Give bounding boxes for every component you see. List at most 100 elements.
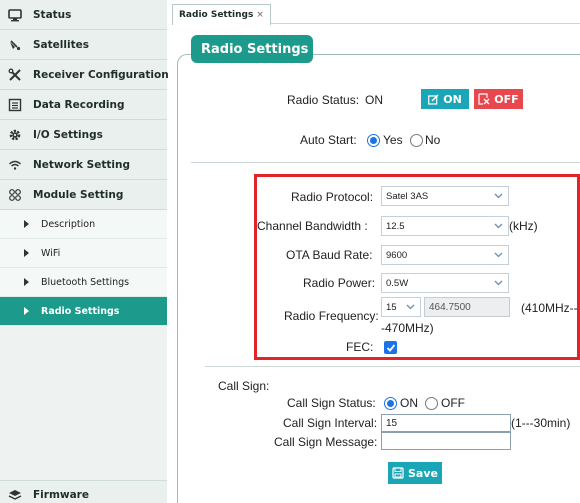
radio-off-label: OFF	[494, 92, 519, 106]
radio-protocol-value: Satel 3AS	[386, 190, 429, 202]
chevron-down-icon	[494, 280, 503, 286]
call-sign-interval-range: (1---30min)	[511, 416, 571, 430]
tab-label: Radio Settings	[179, 10, 254, 20]
call-sign-off-radio[interactable]	[425, 397, 438, 410]
divider	[205, 366, 580, 367]
module-icon	[8, 188, 22, 202]
fec-checkbox[interactable]	[384, 341, 397, 354]
triangle-right-icon	[24, 307, 29, 315]
call-sign-message-label: Call Sign Message:	[274, 435, 378, 449]
channel-bandwidth-select[interactable]: 12.5	[381, 216, 509, 236]
auto-start-no-radio[interactable]	[410, 134, 423, 147]
radio-protocol-label: Radio Protocol:	[291, 190, 374, 204]
radio-off-button[interactable]: OFF	[474, 89, 523, 109]
edit-icon	[428, 94, 439, 105]
channel-bandwidth-unit: (kHz)	[509, 219, 538, 233]
auto-start-yes-label: Yes	[383, 133, 403, 147]
fec-label: FEC:	[346, 340, 374, 354]
tab-bar: Radio Settings ×	[172, 0, 580, 25]
sidebar-item-label: Firmware	[33, 489, 89, 501]
layers-icon	[8, 488, 22, 502]
radio-status-value: ON	[365, 93, 383, 107]
sidebar: Status Satellites Receiver Configuration…	[0, 0, 169, 503]
list-icon	[8, 98, 22, 112]
sidebar-subitem-bluetooth-settings[interactable]: Bluetooth Settings	[0, 268, 167, 297]
radio-power-select[interactable]: 0.5W	[381, 273, 509, 293]
sidebar-subitem-label: Radio Settings	[41, 305, 120, 317]
chevron-down-icon	[494, 252, 503, 258]
tools-icon	[8, 68, 22, 82]
sidebar-subitem-label: Description	[41, 218, 96, 230]
save-button[interactable]: Save	[388, 462, 442, 484]
radio-on-button[interactable]: ON	[421, 89, 469, 109]
call-sign-interval-label: Call Sign Interval:	[283, 416, 378, 430]
triangle-right-icon	[24, 220, 29, 228]
sidebar-subitem-description[interactable]: Description	[0, 210, 167, 239]
sidebar-item-label: Network Setting	[33, 158, 130, 171]
sidebar-item-data-recording[interactable]: Data Recording	[0, 90, 167, 120]
sidebar-item-module-setting[interactable]: Module Setting	[0, 180, 167, 210]
radio-channel-value: 15	[386, 301, 397, 313]
sidebar-subitem-label: WiFi	[41, 247, 61, 259]
sidebar-item-firmware[interactable]: Firmware	[0, 480, 167, 503]
channel-bandwidth-label: Channel Bandwidth :	[257, 219, 368, 233]
sidebar-item-io-settings[interactable]: I/O Settings	[0, 120, 167, 150]
sidebar-item-label: Satellites	[33, 38, 89, 51]
call-sign-on-label: ON	[400, 396, 418, 410]
radio-frequency-range-start: (410MHz--	[521, 301, 578, 315]
sidebar-item-label: Status	[33, 8, 72, 21]
floppy-disk-icon	[392, 467, 404, 479]
auto-start-label: Auto Start:	[300, 133, 357, 147]
radio-power-value: 0.5W	[386, 277, 409, 289]
divider	[191, 162, 580, 163]
radio-status-label: Radio Status:	[287, 93, 360, 107]
sidebar-subitem-radio-settings[interactable]: Radio Settings	[0, 297, 167, 326]
monitor-icon	[8, 8, 22, 22]
save-label: Save	[408, 466, 438, 480]
call-sign-section-label: Call Sign:	[218, 379, 270, 393]
call-sign-message-input[interactable]	[381, 432, 511, 450]
triangle-right-icon	[24, 249, 29, 257]
wifi-icon	[8, 158, 22, 172]
chevron-down-icon	[406, 304, 415, 310]
auto-start-no-label: No	[425, 133, 441, 147]
ota-baud-rate-select[interactable]: 9600	[381, 245, 509, 265]
sidebar-item-label: I/O Settings	[33, 128, 103, 141]
radio-frequency-input[interactable]: 464.7500	[424, 297, 510, 317]
page-title: Radio Settings	[191, 35, 313, 63]
chevron-down-icon	[494, 193, 503, 199]
radio-channel-select[interactable]: 15	[381, 297, 421, 317]
radio-frequency-value: 464.7500	[429, 301, 471, 313]
sidebar-item-label: Data Recording	[33, 98, 125, 111]
sidebar-item-satellites[interactable]: Satellites	[0, 30, 167, 60]
call-sign-on-radio[interactable]	[384, 397, 397, 410]
call-sign-off-label: OFF	[441, 396, 465, 410]
sidebar-item-receiver-configuration[interactable]: Receiver Configuration	[0, 60, 169, 90]
sidebar-subitem-wifi[interactable]: WiFi	[0, 239, 167, 268]
sidebar-subitem-label: Bluetooth Settings	[41, 276, 130, 288]
radio-frequency-range-end: -470MHz)	[381, 321, 434, 335]
close-box-icon	[478, 93, 490, 105]
call-sign-interval-input[interactable]: 15	[381, 414, 511, 432]
radio-frequency-label: Radio Frequency:	[284, 309, 379, 323]
auto-start-yes-radio[interactable]	[367, 134, 380, 147]
call-sign-interval-value: 15	[386, 417, 398, 429]
ota-baud-rate-label: OTA Baud Rate:	[286, 248, 373, 262]
sidebar-item-network-setting[interactable]: Network Setting	[0, 150, 167, 180]
tab-radio-settings[interactable]: Radio Settings ×	[172, 4, 271, 25]
call-sign-status-label: Call Sign Status:	[287, 396, 376, 410]
radio-on-label: ON	[443, 92, 462, 106]
gear-icon	[8, 128, 22, 142]
sidebar-item-label: Module Setting	[33, 188, 124, 201]
radio-power-label: Radio Power:	[303, 276, 376, 290]
sidebar-empty-area	[0, 326, 167, 480]
radio-protocol-select[interactable]: Satel 3AS	[381, 186, 509, 206]
sidebar-item-status[interactable]: Status	[0, 0, 167, 30]
ota-baud-rate-value: 9600	[386, 249, 408, 261]
chevron-down-icon	[494, 223, 503, 229]
close-icon[interactable]: ×	[256, 10, 264, 20]
triangle-right-icon	[24, 278, 29, 286]
sidebar-item-label: Receiver Configuration	[33, 68, 169, 81]
channel-bandwidth-value: 12.5	[386, 220, 405, 232]
satellite-icon	[8, 38, 22, 52]
